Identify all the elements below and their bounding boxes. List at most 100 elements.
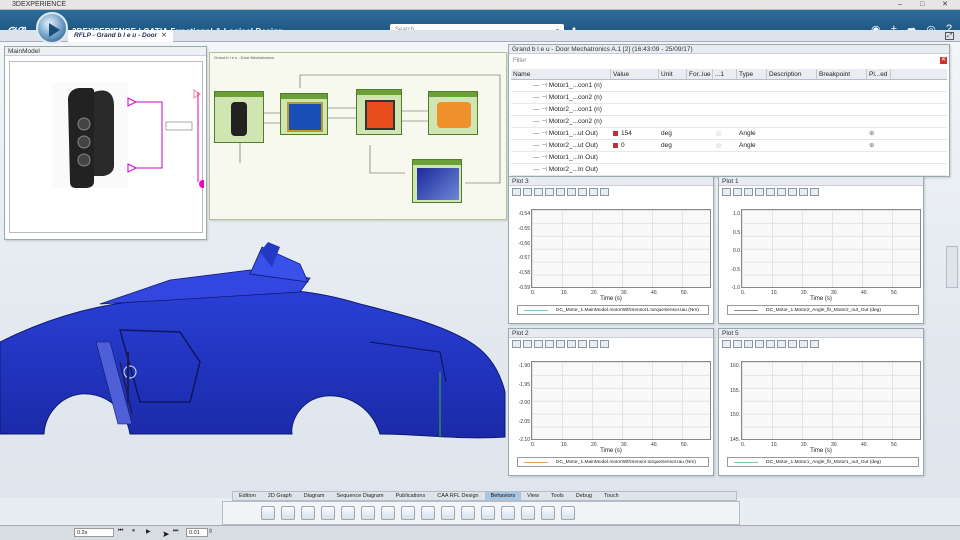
table-row[interactable]: — ⊣ Motor2_...con2 (n) — [511, 116, 947, 128]
table-row[interactable]: — ⊣ Motor1_...In Out) — [511, 152, 947, 164]
plot-tool-icon[interactable] — [545, 188, 554, 196]
plot-tool-icon[interactable] — [545, 340, 554, 348]
behavior-tool-6-icon[interactable] — [461, 506, 475, 520]
step-field[interactable]: 0.01 — [186, 528, 208, 537]
col-type[interactable]: Type — [737, 69, 767, 79]
plot-tool-icon[interactable] — [733, 340, 742, 348]
plot-tool-icon[interactable] — [755, 188, 764, 196]
plot-tool-icon[interactable] — [589, 340, 598, 348]
plot-tool-icon[interactable] — [766, 188, 775, 196]
door-block[interactable] — [412, 159, 462, 203]
col-formula-value[interactable]: For..lue — [687, 69, 713, 79]
col-name[interactable]: Name — [511, 69, 611, 79]
plot-tool-icon[interactable] — [523, 188, 532, 196]
tab-touch[interactable]: Touch — [598, 492, 625, 500]
plot-area[interactable] — [741, 209, 921, 288]
tab-sequence-diagram[interactable]: Sequence Diagram — [330, 492, 389, 500]
plot-tool-icon[interactable] — [744, 340, 753, 348]
plot-window[interactable]: Plot 5 160. 155. 150. 145. 0. 10. 20. 30. 40. 50. T… — [718, 328, 924, 476]
plot-tool-icon[interactable] — [810, 188, 819, 196]
behavior-tool-5-icon[interactable] — [441, 506, 455, 520]
tab-edition[interactable]: Edition — [233, 492, 262, 500]
behavior-tool-8-icon[interactable] — [501, 506, 515, 520]
plot-tool-icon[interactable] — [799, 340, 808, 348]
plot-tool-icon[interactable] — [777, 188, 786, 196]
table-row[interactable]: — ⊣ Motor2_...In Out) — [511, 164, 947, 176]
col-dots[interactable]: ...1 — [713, 69, 737, 79]
behavior-tool-3-icon[interactable] — [401, 506, 415, 520]
plot-tool-icon[interactable] — [556, 188, 565, 196]
document-tab[interactable]: RFLP - Grand b l e u - Door ✕ — [68, 30, 173, 42]
table-row[interactable]: — ⊣ Motor1_...ut Out) 154 deg ☆ Angle ⊛ — [511, 128, 947, 140]
play-icon[interactable] — [49, 23, 60, 37]
plot-tool-icon[interactable] — [600, 340, 609, 348]
col-value[interactable]: Value — [611, 69, 659, 79]
behavior-tool-10-icon[interactable] — [541, 506, 555, 520]
col-breakpoint[interactable]: Breakpoint — [817, 69, 867, 79]
star-icon[interactable]: ☆ — [715, 129, 722, 138]
col-unit[interactable]: Unit — [659, 69, 687, 79]
cut-icon[interactable] — [261, 506, 275, 520]
key-block[interactable] — [214, 91, 264, 143]
logical-diagram-panel[interactable]: Grand b l e u - Door Mechatronics — [209, 52, 507, 220]
behavior-tool-7-icon[interactable] — [481, 506, 495, 520]
param-value[interactable]: 154 — [621, 130, 632, 137]
param-value[interactable]: 0 — [621, 142, 625, 149]
plot-area[interactable] — [531, 361, 711, 440]
plot-tool-icon[interactable] — [722, 340, 731, 348]
lock-icon[interactable] — [613, 130, 618, 136]
expand-icon[interactable]: ⤢ — [945, 32, 954, 40]
main-model-canvas[interactable] — [9, 61, 207, 233]
tab-diagram[interactable]: Diagram — [298, 492, 331, 500]
plot-tool-icon[interactable] — [744, 188, 753, 196]
plot-tool-icon[interactable] — [733, 188, 742, 196]
plot-tool-icon[interactable] — [512, 340, 521, 348]
plot-window[interactable]: Plot 2 -1.90 -1.95 -2.00 -2.05 -2.10 0. 10. 20. 3… — [508, 328, 714, 476]
tab-caa-rfl-design[interactable]: CAA RFL Design — [431, 492, 484, 500]
plot-tool-icon[interactable] — [766, 340, 775, 348]
tab-behaviors[interactable]: Behaviors — [484, 492, 522, 500]
plot-window[interactable]: Plot 1 1.0 0.5 0.0 -0.5 -1.0 0. 10. 20. 30. 40. 50.… — [718, 176, 924, 324]
controller-block[interactable] — [280, 93, 328, 135]
table-row[interactable]: — ⊣ Motor1_...con1 (n) — [511, 80, 947, 92]
motor-block[interactable] — [356, 89, 402, 135]
tab-tools[interactable]: Tools — [545, 492, 570, 500]
plot-tool-icon[interactable] — [722, 188, 731, 196]
behavior-tool-4-icon[interactable] — [421, 506, 435, 520]
step-back-icon[interactable]: ⏮ — [118, 528, 123, 535]
right-side-toolbar[interactable] — [946, 246, 958, 288]
plotted-icon[interactable]: ⊛ — [869, 130, 874, 137]
plot-tool-icon[interactable] — [512, 188, 521, 196]
table-row[interactable]: — ⊣ Motor2_...con1 (n) — [511, 104, 947, 116]
copy-icon[interactable] — [281, 506, 295, 520]
tab-debug[interactable]: Debug — [570, 492, 598, 500]
compass-icon[interactable] — [36, 12, 68, 44]
step-forward-icon[interactable]: ⏭ — [173, 528, 178, 535]
plot-tool-icon[interactable] — [600, 188, 609, 196]
filter-label[interactable]: Filter — [513, 58, 526, 64]
gear-block[interactable] — [428, 91, 478, 135]
behavior-tool-2-icon[interactable] — [381, 506, 395, 520]
time-field[interactable]: 0.2s — [74, 528, 114, 537]
behavior-tool-9-icon[interactable] — [521, 506, 535, 520]
pause-icon[interactable]: ⏸ — [132, 528, 135, 535]
tab-2d-graph[interactable]: 2D Graph — [262, 492, 298, 500]
plot-tool-icon[interactable] — [534, 188, 543, 196]
col-plotted[interactable]: Pl...ed — [867, 69, 891, 79]
window-controls[interactable]: – □ ✕ — [898, 0, 956, 10]
tab-view[interactable]: View — [521, 492, 545, 500]
step-stepper-icon[interactable]: ⇳ — [208, 528, 213, 535]
plot-tool-icon[interactable] — [556, 340, 565, 348]
plot-tool-icon[interactable] — [788, 340, 797, 348]
behavior-tool-1-icon[interactable] — [361, 506, 375, 520]
plot-tool-icon[interactable] — [755, 340, 764, 348]
plot-tool-icon[interactable] — [567, 188, 576, 196]
plotted-icon[interactable]: ⊛ — [869, 142, 874, 149]
plot-tool-icon[interactable] — [589, 188, 598, 196]
plot-window[interactable]: Plot 3 -0.54 -0.55 -0.56 -0.57 -0.58 -0.59 0. 10… — [508, 176, 714, 324]
plot-tool-icon[interactable] — [567, 340, 576, 348]
col-description[interactable]: Description — [767, 69, 817, 79]
play-forward-icon[interactable]: ▶ — [146, 528, 151, 535]
update-icon[interactable] — [341, 506, 355, 520]
star-icon[interactable]: ☆ — [715, 141, 722, 150]
